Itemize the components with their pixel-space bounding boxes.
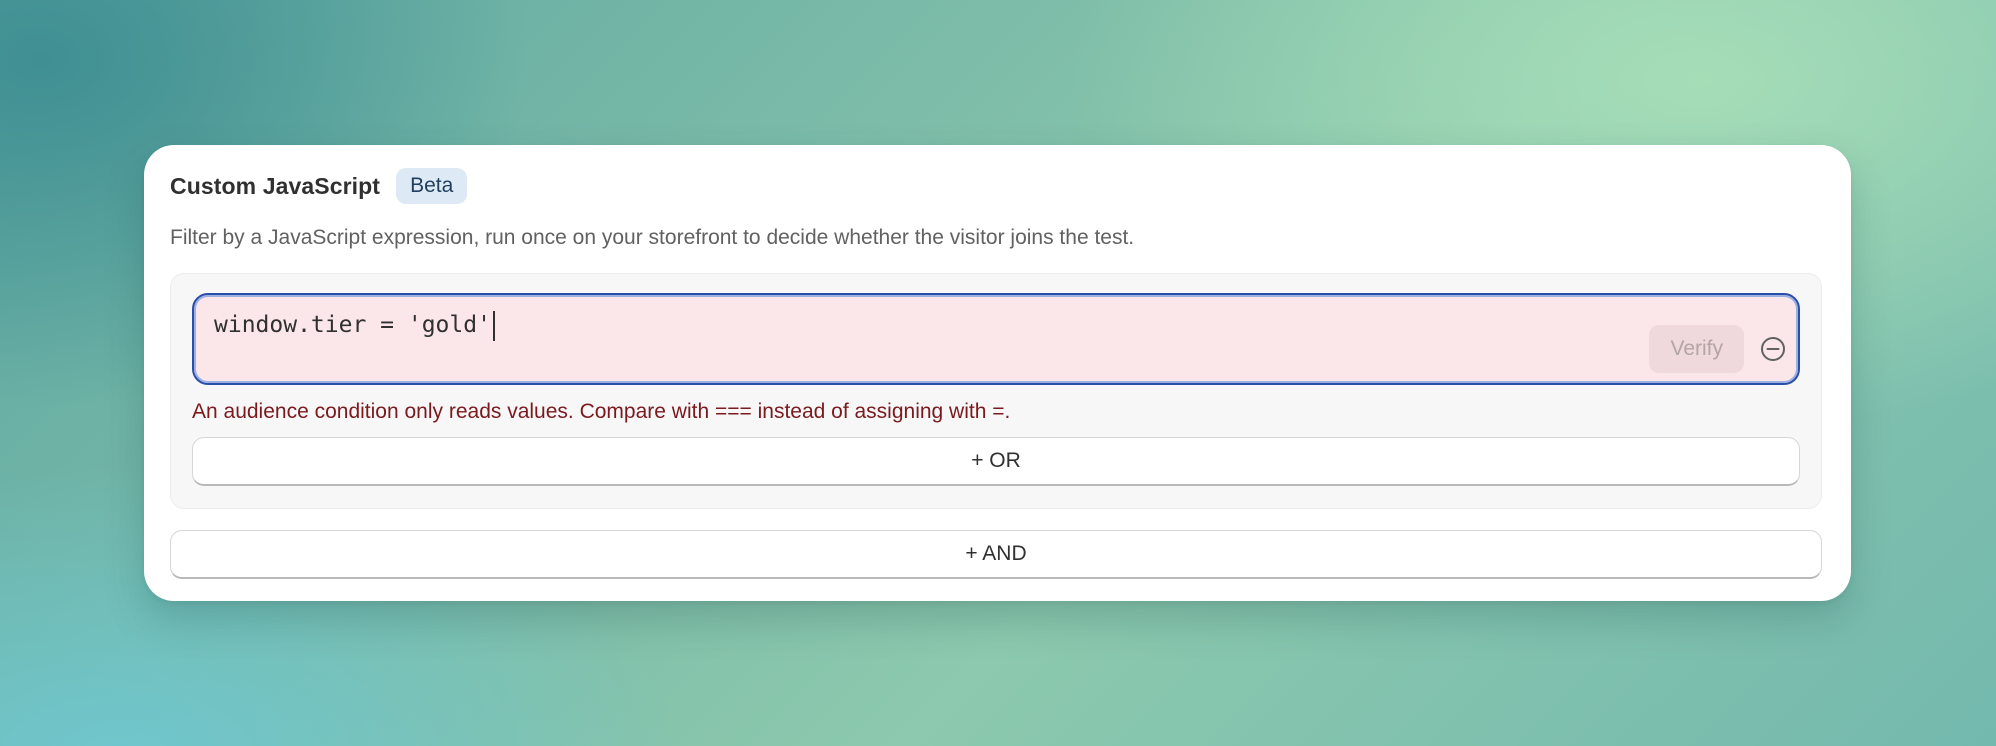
add-or-condition-button[interactable]: + OR <box>192 437 1800 486</box>
beta-badge: Beta <box>396 168 468 204</box>
card-description: Filter by a JavaScript expression, run o… <box>170 226 1135 249</box>
expression-text: window.tier = 'gold' <box>214 312 491 338</box>
condition-group: window.tier = 'gold' Verify An audience … <box>170 273 1822 509</box>
verify-button[interactable]: Verify <box>1649 325 1744 373</box>
text-caret <box>492 310 495 341</box>
card-header: Custom JavaScript Beta <box>170 164 1822 208</box>
expression-value[interactable]: window.tier = 'gold' <box>214 309 495 341</box>
minus-circle-icon[interactable] <box>1760 336 1786 362</box>
validation-error-message: An audience condition only reads values.… <box>192 400 1011 423</box>
add-and-condition-button[interactable]: + AND <box>170 530 1822 579</box>
card-title: Custom JavaScript <box>170 172 381 199</box>
javascript-expression-input[interactable]: window.tier = 'gold' Verify <box>192 293 1800 385</box>
custom-javascript-card: Custom JavaScript Beta Filter by a JavaS… <box>144 145 1851 601</box>
